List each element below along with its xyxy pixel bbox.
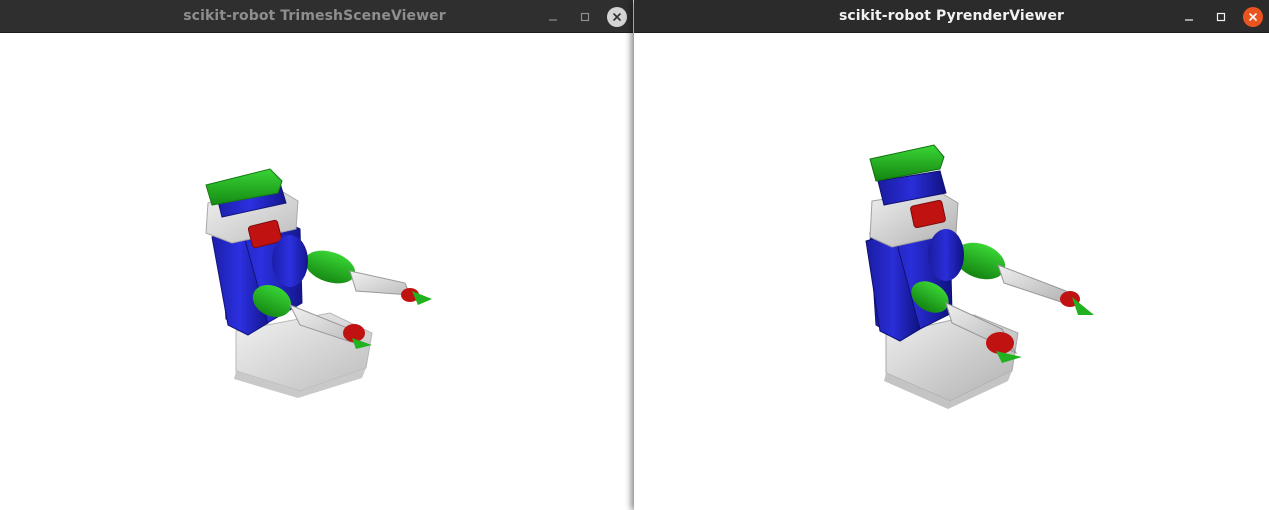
window-title: scikit-robot PyrenderViewer bbox=[838, 8, 1065, 24]
pr2-robot-model bbox=[205, 168, 432, 398]
pr2-robot-model bbox=[865, 144, 1094, 409]
minimize-icon bbox=[1185, 18, 1193, 21]
3d-viewport[interactable] bbox=[634, 33, 1269, 510]
robot-render bbox=[205, 168, 432, 398]
3d-viewport[interactable] bbox=[0, 33, 633, 510]
robot-render bbox=[865, 144, 1094, 409]
trimesh-viewer-window: scikit-robot TrimeshSceneViewer bbox=[0, 0, 633, 510]
window-controls bbox=[1167, 0, 1263, 33]
window-controls bbox=[531, 0, 627, 33]
window-titlebar[interactable]: scikit-robot TrimeshSceneViewer bbox=[0, 0, 633, 33]
minimize-button[interactable] bbox=[1179, 7, 1199, 27]
maximize-button[interactable] bbox=[1211, 7, 1231, 27]
maximize-button[interactable] bbox=[575, 7, 595, 27]
close-icon bbox=[613, 12, 621, 21]
maximize-icon bbox=[580, 12, 590, 21]
window-titlebar[interactable]: scikit-robot PyrenderViewer bbox=[634, 0, 1269, 33]
minimize-button[interactable] bbox=[543, 7, 563, 27]
minimize-icon bbox=[549, 18, 557, 21]
maximize-icon bbox=[1216, 12, 1226, 21]
close-button[interactable] bbox=[1243, 6, 1263, 27]
window-title: scikit-robot TrimeshSceneViewer bbox=[183, 8, 446, 24]
pyrender-viewer-window: scikit-robot PyrenderViewer bbox=[634, 0, 1269, 510]
close-icon bbox=[1249, 12, 1257, 21]
close-button[interactable] bbox=[607, 6, 627, 27]
